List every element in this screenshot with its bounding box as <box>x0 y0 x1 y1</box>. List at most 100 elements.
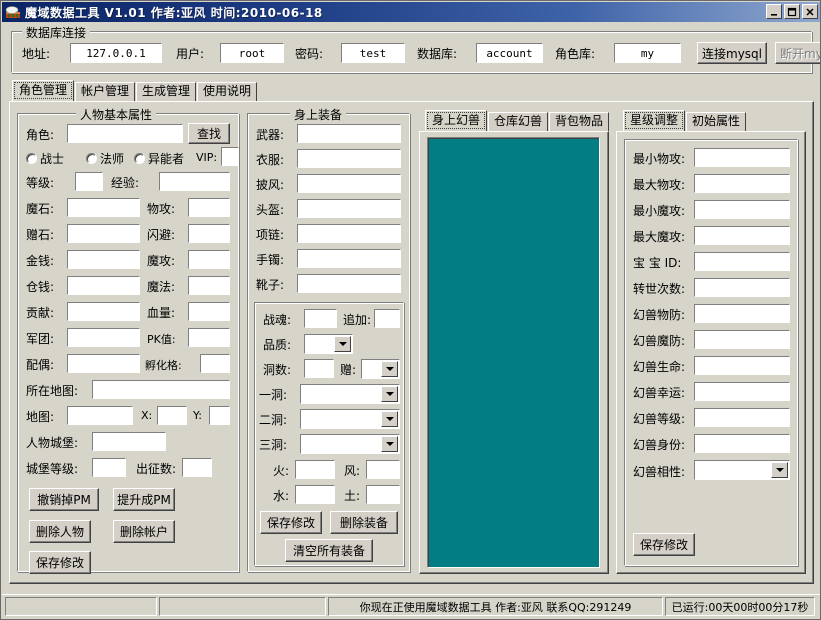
magic-attack-input[interactable] <box>188 250 230 269</box>
money-input[interactable] <box>67 250 140 269</box>
warehouse-money-input[interactable] <box>67 276 140 295</box>
save-character-button[interactable]: 保存修改 <box>29 551 91 574</box>
stone-input[interactable] <box>67 198 140 217</box>
hole-count-input[interactable] <box>304 359 334 378</box>
rebirth-count-input[interactable] <box>694 278 790 297</box>
tab-warehouse-pets[interactable]: 仓库幻兽 <box>488 112 548 131</box>
maximize-button[interactable] <box>784 4 800 19</box>
chevron-down-icon[interactable] <box>381 436 398 452</box>
tab-star-adjust[interactable]: 星级调整 <box>623 110 685 131</box>
application-window: 魔域数据工具 V1.01 作者:亚风 时间:2010-06-18 数据库连接 地… <box>0 0 821 620</box>
minimize-button[interactable] <box>766 4 782 19</box>
chevron-down-icon[interactable] <box>334 336 351 352</box>
fire-input[interactable] <box>295 460 335 479</box>
chevron-down-icon[interactable] <box>381 386 398 402</box>
quality-combo[interactable] <box>304 334 353 354</box>
clothes-label: 衣服: <box>256 151 284 168</box>
connect-mysql-button[interactable]: 连接mysql <box>697 42 767 64</box>
db-address-input[interactable]: 127.0.0.1 <box>70 43 162 63</box>
pet-magic-defense-input[interactable] <box>694 330 790 349</box>
disconnect-mysql-button[interactable]: 断开mysql <box>775 42 821 64</box>
spouse-input[interactable] <box>67 354 140 373</box>
y-input[interactable] <box>209 406 230 425</box>
tab-generate-management[interactable]: 生成管理 <box>136 82 196 101</box>
pet-luck-input[interactable] <box>694 382 790 401</box>
max-magic-attack-input[interactable] <box>694 226 790 245</box>
status-cell-2 <box>159 597 326 616</box>
pet-hp-input[interactable] <box>694 356 790 375</box>
water-input[interactable] <box>295 485 335 504</box>
hp-input[interactable] <box>188 302 230 321</box>
pet-phys-defense-input[interactable] <box>694 304 790 323</box>
min-magic-attack-input[interactable] <box>694 200 790 219</box>
baby-id-input[interactable] <box>694 252 790 271</box>
tab-backpack-items[interactable]: 背包物品 <box>549 112 609 131</box>
find-button[interactable]: 查找 <box>188 123 230 144</box>
delete-equipment-button[interactable]: 删除装备 <box>330 511 398 534</box>
chevron-down-icon[interactable] <box>381 361 398 377</box>
physical-attack-input[interactable] <box>188 198 230 217</box>
append-input[interactable] <box>374 309 400 328</box>
delete-character-button[interactable]: 删除人物 <box>29 520 91 543</box>
expedition-input[interactable] <box>182 458 212 477</box>
boots-input[interactable] <box>297 274 401 293</box>
weapon-input[interactable] <box>297 124 401 143</box>
necklace-input[interactable] <box>297 224 401 243</box>
db-database-input[interactable]: account <box>476 43 543 63</box>
x-input[interactable] <box>157 406 187 425</box>
cloak-input[interactable] <box>297 174 401 193</box>
hole1-combo[interactable] <box>300 384 400 404</box>
tab-equipped-pets[interactable]: 身上幻兽 <box>425 110 487 131</box>
class-radio-warrior[interactable]: 战士 <box>26 150 64 167</box>
legion-input[interactable] <box>67 328 140 347</box>
helmet-input[interactable] <box>297 199 401 218</box>
pet-identity-input[interactable] <box>694 434 790 453</box>
chevron-down-icon[interactable] <box>771 462 788 478</box>
pk-value-input[interactable] <box>188 328 230 347</box>
clear-all-equipment-button[interactable]: 清空所有装备 <box>285 539 373 562</box>
min-phys-attack-input[interactable] <box>694 148 790 167</box>
level-input[interactable] <box>75 172 103 191</box>
pet-luck-label: 幻兽幸运: <box>633 384 685 401</box>
incubation-slot-input[interactable] <box>200 354 230 373</box>
db-user-input[interactable]: root <box>220 43 284 63</box>
dodge-input[interactable] <box>188 224 230 243</box>
contribution-input[interactable] <box>67 302 140 321</box>
gift-stone-input[interactable] <box>67 224 140 243</box>
chevron-down-icon[interactable] <box>381 411 398 427</box>
pet-list[interactable] <box>427 137 600 568</box>
tab-role-management[interactable]: 角色管理 <box>12 80 74 101</box>
promote-pm-button[interactable]: 提升成PM <box>113 488 175 511</box>
save-star-button[interactable]: 保存修改 <box>633 533 695 556</box>
battle-soul-input[interactable] <box>304 309 337 328</box>
current-map-input[interactable] <box>92 380 230 399</box>
close-button[interactable] <box>802 4 818 19</box>
pet-level-input[interactable] <box>694 408 790 427</box>
delete-account-button[interactable]: 删除帐户 <box>113 520 175 543</box>
exp-input[interactable] <box>159 172 230 191</box>
earth-input[interactable] <box>366 485 400 504</box>
pet-affinity-combo[interactable] <box>694 460 790 480</box>
role-input[interactable] <box>67 124 183 143</box>
revoke-pm-button[interactable]: 撤销掉PM <box>29 488 99 511</box>
tab-instructions[interactable]: 使用说明 <box>197 82 257 101</box>
wind-input[interactable] <box>366 460 400 479</box>
tab-account-management[interactable]: 帐户管理 <box>75 82 135 101</box>
bracelet-input[interactable] <box>297 249 401 268</box>
map-input[interactable] <box>67 406 133 425</box>
class-radio-psychic[interactable]: 异能者 <box>134 150 184 167</box>
max-phys-attack-input[interactable] <box>694 174 790 193</box>
castle-level-input[interactable] <box>92 458 126 477</box>
tab-initial-attributes[interactable]: 初始属性 <box>686 112 746 131</box>
magic-input[interactable] <box>188 276 230 295</box>
db-rolelib-input[interactable]: my <box>614 43 681 63</box>
gift-combo[interactable] <box>361 359 400 379</box>
db-password-input[interactable]: test <box>341 43 405 63</box>
hole2-combo[interactable] <box>300 409 400 429</box>
vip-input[interactable] <box>221 147 239 166</box>
class-radio-mage[interactable]: 法师 <box>86 150 124 167</box>
save-equipment-button[interactable]: 保存修改 <box>260 511 322 534</box>
castle-input[interactable] <box>92 432 166 451</box>
clothes-input[interactable] <box>297 149 401 168</box>
hole3-combo[interactable] <box>300 434 400 454</box>
